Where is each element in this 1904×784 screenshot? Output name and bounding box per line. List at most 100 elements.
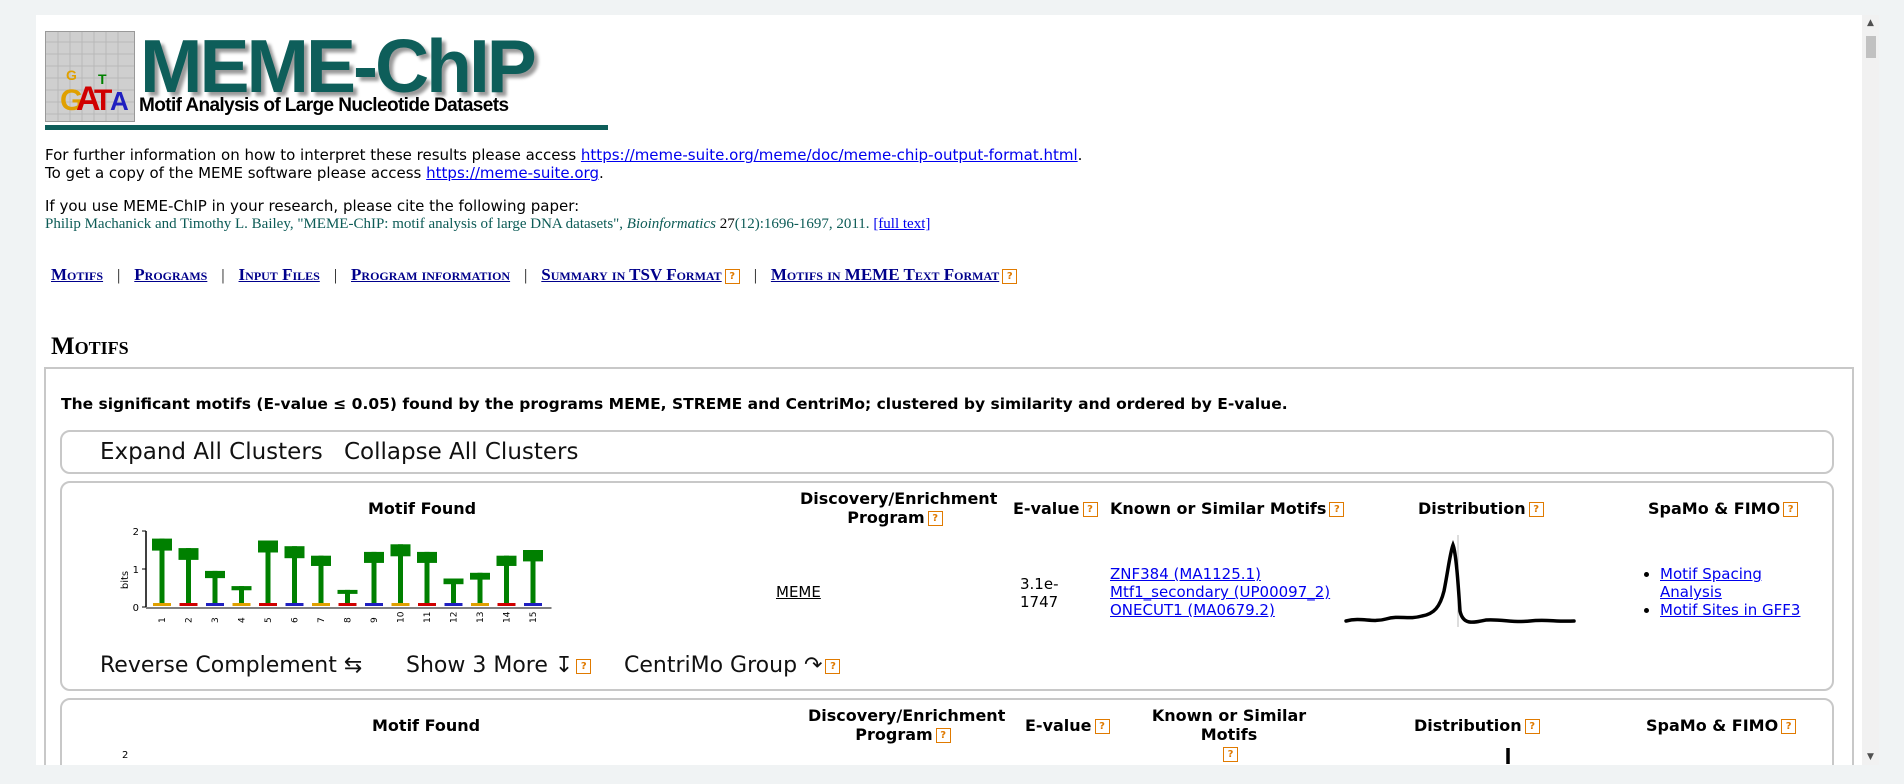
page-subtitle: Motif Analysis of Large Nucleotide Datas… [139, 95, 509, 116]
header-known-motifs: Known or Similar Motifs? [1110, 499, 1345, 518]
motif-sequence-logo[interactable]: bits 012 1 2 3 4 5 6 7 8 9 10 11 12 13 14 15 [112, 523, 632, 627]
scroll-down-arrow-icon[interactable]: ▼ [1862, 749, 1879, 765]
docs-link[interactable]: https://meme-suite.org/meme/doc/meme-chi… [581, 146, 1078, 164]
logo-letter-T-stem [265, 540, 271, 603]
logo-letter-T-stem [345, 589, 350, 603]
logo-position-label: 6 [291, 617, 301, 623]
logo-letter-T-stem [318, 555, 324, 603]
logo-position-label: 14 [503, 611, 513, 623]
header-motif-found: Motif Found [368, 499, 477, 518]
citation-authors: Philip Machanick and Timothy L. Bailey, … [45, 216, 627, 232]
logo-position-label: 11 [423, 612, 433, 623]
header-program: Discovery/Enrichment Program? [808, 706, 1005, 744]
logo-letter-T-stem [212, 570, 218, 603]
nav-programs-link[interactable]: Programs [134, 265, 207, 284]
help-icon[interactable]: ? [1223, 747, 1238, 762]
logo-minor-letter [338, 603, 357, 606]
known-motif-link[interactable]: ZNF384 (MA1125.1) [1110, 565, 1330, 583]
logo-column: 15 [523, 550, 543, 623]
help-icon[interactable]: ? [1528, 502, 1544, 517]
logo-column: 4 [231, 586, 252, 623]
help-icon[interactable]: ? [935, 728, 951, 743]
logo-position-label: 7 [317, 617, 327, 623]
header-known-motifs: Known or Similar Motifs? [1124, 706, 1334, 763]
motifs-section-heading: Motifs [51, 333, 129, 360]
header-program-line2: Program? [800, 508, 990, 527]
help-icon[interactable]: ? [1002, 268, 1018, 284]
help-icon[interactable]: ? [576, 658, 592, 674]
citation-journal: Bioinformatics [626, 216, 716, 232]
help-icon[interactable]: ? [1524, 719, 1540, 734]
logo-column: 1 [152, 538, 172, 623]
show-more-button[interactable]: Show 3 More ↧? [406, 653, 592, 678]
motif-sites-gff3-link[interactable]: Motif Sites in GFF3 [1660, 601, 1800, 619]
known-motif-link[interactable]: ONECUT1 (MA0679.2) [1110, 601, 1330, 619]
help-icon[interactable]: ? [1783, 502, 1799, 517]
centrimo-group-button[interactable]: CentriMo Group ↷? [624, 653, 841, 678]
evalue-value: 3.1e- 1747 [1020, 575, 1059, 611]
logo-column: 13 [470, 572, 490, 623]
nav-separator: | [333, 267, 338, 284]
nav-program-information-link[interactable]: Program information [351, 265, 510, 284]
header-evalue: E-value? [1025, 716, 1110, 735]
help-icon[interactable]: ? [1781, 719, 1797, 734]
logo-letter-T-stem [186, 548, 191, 603]
header-distribution-label: Distribution [1418, 499, 1526, 518]
logo-column: 14 [496, 555, 517, 623]
header-evalue-label: E-value [1025, 716, 1092, 735]
logo-minor-letter [471, 603, 489, 606]
nav-input-files-link[interactable]: Input Files [239, 265, 320, 284]
logo-minor-letter [497, 603, 516, 606]
logo-column: 10 [390, 544, 411, 623]
motif-spacing-analysis-link[interactable]: Motif Spacing Analysis [1660, 565, 1762, 601]
nav-motifs-meme-text-link[interactable]: Motifs in MEME Text Format [771, 265, 999, 284]
reverse-complement-button[interactable]: Reverse Complement ⇆ [100, 653, 362, 678]
header-known-label: Known or Similar Motifs [1110, 499, 1327, 518]
distribution-plot [1344, 535, 1576, 627]
cluster-controls-bar: Expand All Clusters Collapse All Cluster… [60, 430, 1834, 474]
help-icon[interactable]: ? [1082, 502, 1098, 517]
info-docs-end: . [1077, 146, 1083, 164]
logo-minor-letter [365, 603, 383, 606]
logo-column: 5 [258, 540, 278, 623]
link-label: Analysis [1660, 583, 1722, 601]
full-text-link[interactable]: [full text] [873, 216, 930, 232]
nav-motifs-link[interactable]: Motifs [51, 265, 103, 284]
expand-all-clusters-button[interactable]: Expand All Clusters [100, 439, 323, 465]
help-icon[interactable]: ? [1329, 502, 1345, 517]
program-meme-link[interactable]: MEME [776, 583, 821, 601]
evalue-part1: 3.1e- [1020, 575, 1059, 593]
logo-position-label: 5 [264, 617, 274, 623]
help-icon[interactable]: ? [1094, 719, 1110, 734]
header-spamo-fimo: SpaMo & FIMO? [1648, 499, 1799, 518]
logo-column: 6 [284, 546, 305, 623]
meme-suite-link[interactable]: https://meme-suite.org [426, 164, 599, 182]
citation-pages: (12):1696-1697, 2011. [734, 216, 874, 232]
logo-minor-letter [524, 603, 542, 606]
logo-position-label: 15 [529, 612, 539, 623]
header-divider [45, 125, 608, 130]
logo-letter-T-stem [398, 544, 403, 603]
nav-separator: | [524, 267, 528, 284]
scrollbar-thumb[interactable] [1866, 36, 1876, 58]
help-icon[interactable]: ? [825, 658, 841, 674]
citation-volume: 27 [719, 216, 735, 232]
meme-chip-logo-image: G A T A G T [45, 31, 135, 122]
logo-y-tick-label: 1 [133, 565, 139, 576]
logo-position-label: 8 [344, 617, 354, 623]
nav-summary-tsv-link[interactable]: Summary in TSV Format [541, 265, 721, 284]
known-motif-link[interactable]: Mtf1_secondary (UP00097_2) [1110, 583, 1330, 601]
logo-letter-T-stem [477, 572, 483, 603]
help-icon[interactable]: ? [927, 511, 943, 526]
logo-letter-T-stem [292, 546, 297, 603]
header-distribution: Distribution? [1418, 499, 1544, 518]
header-spamo-fimo: SpaMo & FIMO? [1646, 716, 1797, 735]
vertical-scrollbar[interactable]: ▲ ▼ [1862, 15, 1879, 765]
help-icon[interactable]: ? [724, 268, 740, 284]
logo-letter-T-stem [239, 586, 244, 603]
logo-position-label: 9 [370, 617, 380, 623]
collapse-all-clusters-button[interactable]: Collapse All Clusters [344, 439, 579, 465]
logo-letter-T-stem [451, 578, 456, 603]
scroll-up-arrow-icon[interactable]: ▲ [1862, 15, 1879, 31]
header-spamo-label: SpaMo & FIMO [1646, 716, 1779, 735]
